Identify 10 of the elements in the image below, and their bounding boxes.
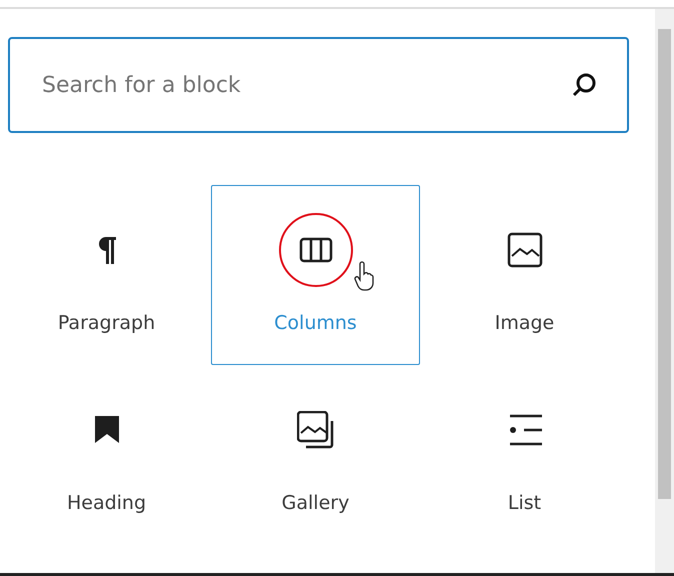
image-icon [506,232,542,268]
gallery-icon [296,411,334,449]
block-item[interactable]: Columns [211,185,420,365]
list-icon [508,413,542,447]
hand-cursor-icon [354,261,374,291]
bookmark-icon [94,416,118,444]
scrollbar[interactable] [655,9,674,573]
search-icon [571,72,597,98]
search-field[interactable]: Search for a block [8,37,629,133]
columns-icon [298,237,332,263]
